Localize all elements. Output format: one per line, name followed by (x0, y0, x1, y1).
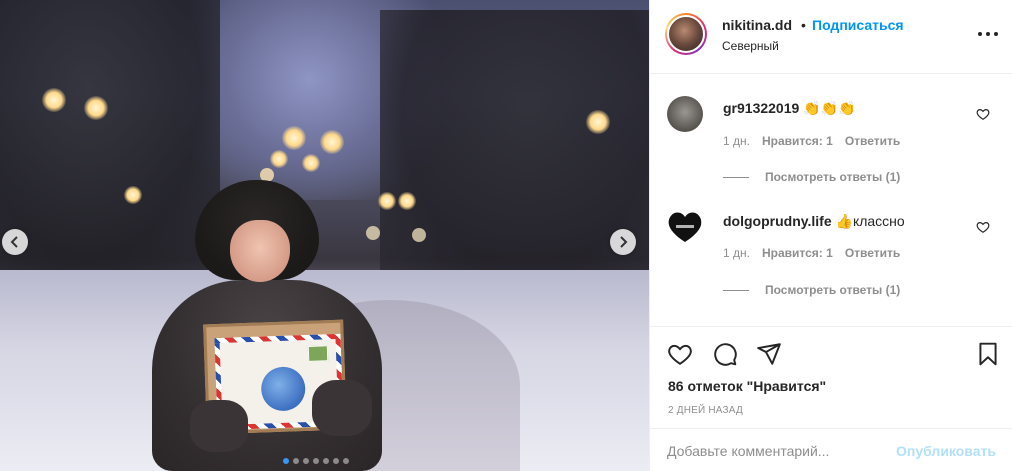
commenter-username[interactable]: dolgoprudny.life (723, 213, 832, 229)
comment-meta: 1 дн. Нравится: 1 Ответить (723, 246, 900, 260)
separator-dot: • (801, 17, 806, 33)
bokeh-light (412, 228, 426, 242)
comment-body: dolgoprudny.life 👍классно (723, 213, 905, 230)
replies-divider (723, 289, 749, 291)
publish-button[interactable]: Опубликовать (896, 443, 996, 459)
next-slide-button[interactable] (610, 229, 636, 255)
author-avatar-image (667, 15, 705, 53)
chevron-left-icon (10, 236, 18, 248)
commenter-avatar[interactable] (667, 209, 703, 245)
comment-age[interactable]: 1 дн. (723, 134, 750, 148)
post-date[interactable]: 2 ДНЕЙ НАЗАД (668, 405, 743, 416)
carousel-dot (283, 458, 289, 464)
street-lamp (320, 130, 344, 154)
follow-button[interactable]: Подписаться (812, 17, 904, 33)
more-options-button[interactable] (978, 28, 1002, 40)
send-icon[interactable] (756, 341, 782, 367)
view-replies-label: Посмотреть ответы (1) (765, 170, 901, 184)
street-lamp (302, 154, 320, 172)
commenter-username[interactable]: gr91322019 (723, 100, 799, 116)
heart-icon[interactable] (976, 220, 990, 234)
comment-text: 👏👏👏 (803, 100, 856, 116)
carousel-indicator (283, 458, 349, 464)
comment-likes[interactable]: Нравится: 1 (762, 246, 833, 260)
envelope-illustration (260, 366, 306, 412)
carousel-dot (333, 458, 339, 464)
street-lamp (124, 186, 142, 204)
comment-meta: 1 дн. Нравится: 1 Ответить (723, 134, 900, 148)
post-actions: 86 отметок "Нравится" 2 ДНЕЙ НАЗАД Опубл… (650, 326, 1012, 471)
street-lamp (378, 192, 396, 210)
author-username[interactable]: nikitina.dd (722, 17, 792, 33)
carousel-dot (313, 458, 319, 464)
author-avatar[interactable] (665, 13, 707, 55)
child-face (230, 220, 290, 282)
commenter-avatar[interactable] (667, 96, 703, 132)
add-comment-bar: Опубликовать (650, 428, 1012, 471)
street-lamp (398, 192, 416, 210)
street-lamp (586, 110, 610, 134)
heart-icon[interactable] (667, 341, 693, 367)
street-lamp (84, 96, 108, 120)
post-location[interactable]: Северный (722, 39, 779, 53)
post-photo[interactable] (0, 0, 649, 471)
carousel-dot (343, 458, 349, 464)
carousel-dot (293, 458, 299, 464)
more-options-icon (986, 32, 990, 36)
heart-logo-icon (668, 212, 702, 242)
more-options-icon (978, 32, 982, 36)
view-replies-label: Посмотреть ответы (1) (765, 283, 901, 297)
bokeh-light (366, 226, 380, 240)
post-header: nikitina.dd • Подписаться Северный (650, 0, 1012, 74)
comment-text: 👍классно (835, 213, 905, 229)
street-lamp (42, 88, 66, 112)
comment-icon[interactable] (712, 341, 738, 367)
comment-body: gr91322019 👏👏👏 (723, 100, 855, 117)
carousel-dot (323, 458, 329, 464)
likes-count[interactable]: 86 отметок "Нравится" (668, 378, 826, 394)
prev-slide-button[interactable] (2, 229, 28, 255)
post-side-panel: nikitina.dd • Подписаться Северный gr913… (649, 0, 1012, 471)
carousel-dot (303, 458, 309, 464)
heart-icon[interactable] (976, 107, 990, 121)
comment-age[interactable]: 1 дн. (723, 246, 750, 260)
comment-likes[interactable]: Нравится: 1 (762, 134, 833, 148)
photo-trees-right (380, 10, 649, 300)
reply-button[interactable]: Ответить (845, 246, 900, 260)
street-lamp (270, 150, 288, 168)
street-lamp (282, 126, 306, 150)
mitten-right (312, 380, 372, 436)
view-replies-button[interactable]: Посмотреть ответы (1) (723, 170, 900, 184)
mitten-left (190, 400, 248, 452)
reply-button[interactable]: Ответить (845, 134, 900, 148)
view-replies-button[interactable]: Посмотреть ответы (1) (723, 283, 900, 297)
bookmark-icon[interactable] (975, 341, 1001, 367)
comment-input[interactable] (667, 441, 887, 461)
more-options-icon (994, 32, 998, 36)
postage-stamp (307, 345, 329, 362)
chevron-right-icon (620, 236, 628, 248)
photo-trees-left (0, 0, 220, 290)
replies-divider (723, 176, 749, 178)
